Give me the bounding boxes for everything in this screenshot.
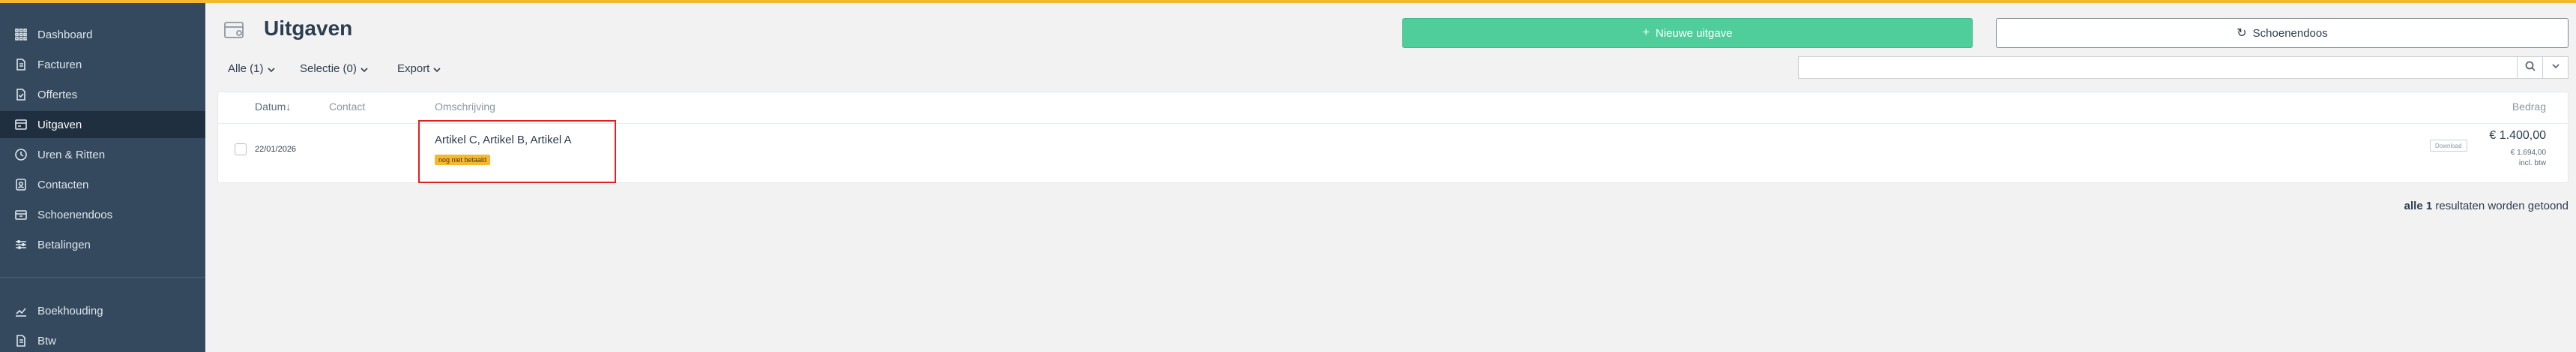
sidebar-item-offertes[interactable]: Offertes xyxy=(0,81,205,108)
results-text: resultaten worden getoond xyxy=(2432,200,2569,212)
export-dropdown[interactable]: Export xyxy=(397,62,441,75)
sidebar-item-betalingen[interactable]: Betalingen xyxy=(0,231,205,258)
row-checkbox[interactable] xyxy=(235,143,247,155)
new-expense-label: Nieuwe uitgave xyxy=(1655,26,1733,40)
search-options-button[interactable] xyxy=(2543,56,2569,79)
status-badge: nog niet betaald xyxy=(435,155,491,165)
filter-all-label: Alle (1) xyxy=(228,62,264,75)
highlight-box xyxy=(418,120,616,183)
results-count: alle 1 xyxy=(2404,200,2433,212)
box-icon xyxy=(13,207,28,222)
shoebox-button[interactable]: ↻ Schoenendoos xyxy=(1996,18,2569,48)
sidebar-item-dashboard[interactable]: Dashboard xyxy=(0,21,205,48)
column-header-date[interactable]: Datum↓ xyxy=(255,101,291,113)
column-header-description[interactable]: Omschrijving xyxy=(435,101,495,113)
sidebar-divider xyxy=(0,277,205,278)
chevron-down-icon xyxy=(2551,61,2561,75)
top-accent-bar xyxy=(0,0,2576,3)
sidebar-item-uitgaven[interactable]: Uitgaven xyxy=(0,111,205,138)
column-header-contact[interactable]: Contact xyxy=(329,101,365,113)
results-summary: alle 1 resultaten worden getoond xyxy=(2404,200,2569,212)
chevron-down-icon xyxy=(267,65,276,74)
sidebar-item-btw[interactable]: Btw xyxy=(0,327,205,352)
row-amount-incl: € 1.694,00 xyxy=(2510,149,2546,157)
chevron-down-icon xyxy=(432,65,441,74)
row-amount-note: incl. btw xyxy=(2518,159,2546,167)
sidebar-item-schoenendoos[interactable]: Schoenendoos xyxy=(0,201,205,228)
row-amount: € 1.400,00 xyxy=(2489,129,2546,142)
sidebar: Dashboard Facturen Offertes Uitgaven Ure… xyxy=(0,3,205,352)
new-expense-button[interactable]: + Nieuwe uitgave xyxy=(1402,18,1973,48)
filter-selection-label: Selectie (0) xyxy=(300,62,357,75)
download-button[interactable]: Download xyxy=(2430,140,2467,152)
chevron-down-icon xyxy=(360,65,369,74)
column-header-amount[interactable]: Bedrag xyxy=(2512,101,2546,113)
sidebar-item-label: Uren & Ritten xyxy=(37,148,106,161)
filter-all-dropdown[interactable]: Alle (1) xyxy=(228,62,276,75)
receipt-icon xyxy=(223,21,246,41)
sidebar-item-uren-ritten[interactable]: Uren & Ritten xyxy=(0,141,205,168)
sidebar-item-label: Schoenendoos xyxy=(37,208,113,221)
document-icon xyxy=(13,57,28,72)
document-icon xyxy=(13,333,28,348)
sidebar-item-contacten[interactable]: Contacten xyxy=(0,171,205,198)
plus-icon: + xyxy=(1642,26,1650,39)
row-date: 22/01/2026 xyxy=(255,145,297,154)
sidebar-item-label: Dashboard xyxy=(37,28,93,41)
shoebox-label: Schoenendoos xyxy=(2252,26,2328,40)
chart-icon xyxy=(13,303,28,318)
page-title: Uitgaven xyxy=(264,17,353,40)
document-check-icon xyxy=(13,87,28,102)
search-input[interactable] xyxy=(1798,56,2518,79)
export-label: Export xyxy=(397,62,430,75)
filter-selection-dropdown[interactable]: Selectie (0) xyxy=(300,62,369,75)
sidebar-item-label: Facturen xyxy=(37,58,82,71)
search-icon xyxy=(2525,61,2536,75)
clock-icon xyxy=(13,147,28,162)
refresh-icon: ↻ xyxy=(2236,27,2247,40)
sliders-icon xyxy=(13,237,28,252)
sidebar-item-label: Boekhouding xyxy=(37,304,103,317)
sidebar-item-label: Btw xyxy=(37,334,57,347)
sidebar-item-boekhouding[interactable]: Boekhouding xyxy=(0,297,205,324)
search-button[interactable] xyxy=(2518,56,2543,79)
row-description[interactable]: Artikel C, Artikel B, Artikel A xyxy=(435,134,572,146)
sidebar-item-label: Uitgaven xyxy=(37,118,82,131)
sidebar-item-label: Betalingen xyxy=(37,238,91,251)
sidebar-item-facturen[interactable]: Facturen xyxy=(0,51,205,78)
receipt-icon xyxy=(13,117,28,132)
sidebar-item-label: Contacten xyxy=(37,178,89,191)
sidebar-item-label: Offertes xyxy=(37,88,78,101)
contact-icon xyxy=(13,177,28,192)
grid-icon xyxy=(13,27,28,42)
